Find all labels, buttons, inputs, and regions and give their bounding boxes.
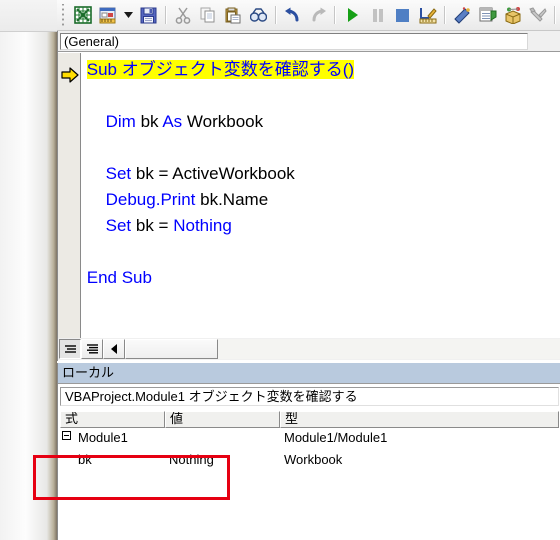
insert-userform-icon[interactable] [96,3,121,27]
standard-toolbar [57,0,560,31]
toolbox-icon[interactable] [525,3,550,27]
project-explorer-icon[interactable] [450,3,475,27]
code-line[interactable]: Set bk = Nothing [82,213,560,239]
cell-value: Nothing [169,452,214,467]
window-left-edge [0,0,57,540]
current-statement-arrow-icon [61,67,79,83]
object-combo-box[interactable]: (General) [60,33,528,50]
code-keyword: Set [105,164,132,183]
cell-expression: bk [78,452,92,467]
locals-window: ローカル VBAProject.Module1 オブジェクト変数を確認する 式 … [57,363,560,540]
locals-table-row[interactable]: bk Nothing Workbook [60,449,559,471]
column-header-value[interactable]: 値 [165,411,280,428]
column-header-expression[interactable]: 式 [60,411,165,428]
run-icon[interactable] [340,3,365,27]
code-window-bottom-bar [58,338,560,360]
code-text: bk.Name [195,190,269,209]
code-line[interactable] [82,239,560,265]
code-keyword: Sub オブジェクト変数を確認する() [86,60,355,79]
paste-icon[interactable] [221,3,246,27]
code-tokens: Set bk = ActiveWorkbook [106,164,295,183]
code-text: bk [135,112,163,131]
code-line[interactable]: Set bk = ActiveWorkbook [82,161,560,187]
locals-table-row[interactable]: Module1 Module1/Module1 [60,427,559,449]
code-text: Workbook [182,112,264,131]
code-keyword: Nothing [173,216,232,235]
toolbar-grip-handle[interactable] [59,4,68,26]
code-tokens: Set bk = Nothing [106,216,232,235]
copy-icon[interactable] [196,3,221,27]
find-icon[interactable] [246,3,271,27]
cell-type: Module1/Module1 [284,430,388,445]
design-mode-icon[interactable] [415,3,440,27]
code-text: bk = [131,216,174,235]
code-tokens: Debug.Print bk.Name [106,190,269,209]
locals-window-title: ローカル [58,363,560,384]
column-header-type[interactable]: 型 [280,411,559,428]
code-line[interactable]: Sub オブジェクト変数を確認する() [82,57,560,83]
code-keyword: Dim [105,112,136,131]
code-margin-indicator-bar[interactable] [58,53,81,338]
stop-icon[interactable] [390,3,415,27]
code-keyword: Debug.Print [105,190,196,209]
view-excel-icon[interactable] [71,3,96,27]
locals-grid-body[interactable]: Module1 Module1/Module1 bk Nothing Workbook [60,427,559,487]
code-line[interactable]: Dim bk As Workbook [82,109,560,135]
procedure-view-button[interactable] [59,339,81,359]
cut-icon[interactable] [171,3,196,27]
toolbar-separator [334,6,337,24]
code-tokens: Dim bk As Workbook [106,112,263,131]
toolbar-separator [274,6,277,24]
insert-dropdown-icon[interactable] [121,3,136,27]
code-line[interactable] [82,135,560,161]
code-keyword: As [162,112,183,131]
code-line[interactable]: Debug.Print bk.Name [82,187,560,213]
highlighted-statement: Sub オブジェクト変数を確認する() [86,60,355,79]
window-left-edge-top [0,0,57,32]
toolbar-separator [554,6,556,24]
pause-icon[interactable] [365,3,390,27]
hscroll-left-button[interactable] [103,339,125,359]
horizontal-scrollbar-track[interactable] [125,339,560,359]
locals-grid-header: 式 値 型 [60,411,559,428]
toolbar-separator [164,6,167,24]
redo-icon[interactable] [306,3,331,27]
code-line[interactable] [82,83,560,109]
code-tokens: End Sub [87,268,152,287]
toolbar-separator [444,6,447,24]
properties-window-icon[interactable] [475,3,500,27]
code-editor-text[interactable]: Sub オブジェクト変数を確認する() Dim bk As Workbook S… [82,53,560,338]
full-module-view-button[interactable] [81,339,103,359]
code-text: bk = ActiveWorkbook [131,164,295,183]
save-icon[interactable] [136,3,161,27]
cell-expression: Module1 [78,430,128,445]
object-browser-icon[interactable] [500,3,525,27]
code-line[interactable]: End Sub [82,265,560,291]
vbe-window: (General) Sub オブジェクト変数を確認する() Dim bk As … [0,0,560,540]
code-window-dropdown-row: (General) [58,31,560,52]
code-window: (General) Sub オブジェクト変数を確認する() Dim bk As … [57,31,560,361]
code-keyword: End Sub [86,268,152,287]
undo-icon[interactable] [281,3,306,27]
horizontal-scrollbar-thumb[interactable] [125,339,218,359]
code-keyword: Set [105,216,132,235]
locals-context-field[interactable]: VBAProject.Module1 オブジェクト変数を確認する [60,387,559,406]
cell-type: Workbook [284,452,343,467]
